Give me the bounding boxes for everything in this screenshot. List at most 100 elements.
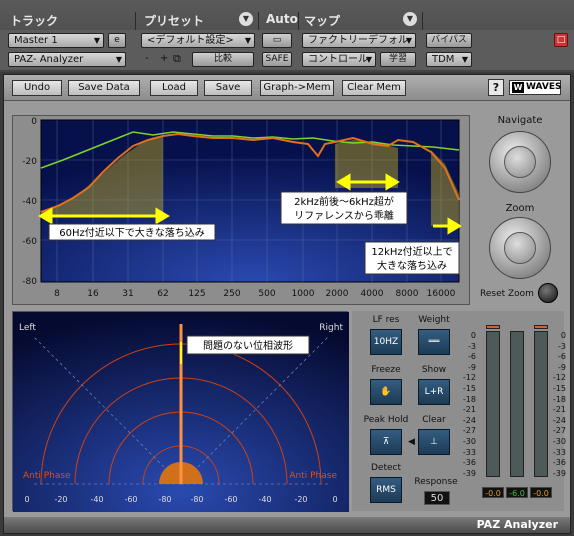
meter-readout-right: -0.0: [530, 487, 552, 498]
y-tick: 0: [31, 117, 37, 127]
weight-button[interactable]: ══: [418, 329, 450, 355]
help-button[interactable]: ?: [488, 79, 504, 96]
preset-prev-button[interactable]: -: [145, 53, 149, 64]
track-selector[interactable]: Master 1 ▼: [8, 33, 104, 48]
phase-scope[interactable]: 問題のない位相波形 Left Right Anti Phase Anti Pha…: [13, 312, 349, 512]
preset-menu-icon[interactable]: ▼: [239, 12, 253, 26]
freeze-hand-icon[interactable]: ✋: [370, 379, 402, 405]
annotation-high-text-1: 12kHz付近以上で: [371, 245, 452, 258]
x-tick: 31: [122, 289, 133, 299]
meter-readout-side: -6.0: [506, 487, 528, 498]
dropdown-arrow-icon: ▼: [405, 36, 412, 45]
undo-button[interactable]: Undo: [12, 80, 62, 96]
x-tick: 16000: [427, 289, 456, 299]
auto-heading: Auto: [266, 12, 298, 26]
scale-label: -15: [462, 383, 476, 393]
x-tick: -60: [224, 495, 237, 504]
annotation-low-text: 60Hz付近以下で大きな落ち込み: [59, 226, 205, 239]
track-name: Master 1: [14, 35, 58, 46]
load-button[interactable]: Load: [150, 80, 198, 96]
y-tick: -40: [22, 197, 37, 207]
x-tick: -20: [294, 495, 307, 504]
dropdown-arrow-icon: ▼: [365, 55, 372, 64]
plugin-selector[interactable]: PAZ- Analyzer ▼: [8, 52, 126, 67]
y-tick: -20: [22, 157, 37, 167]
x-tick: -20: [54, 495, 67, 504]
anti-phase-left-label: Anti Phase: [23, 471, 71, 481]
show-button[interactable]: L+R: [418, 379, 450, 405]
navigate-arrows-icon: [504, 146, 536, 178]
scale-label: -36: [552, 458, 566, 468]
scale-label: -9: [558, 362, 566, 372]
tdm-selector[interactable]: TDM ▼: [426, 52, 472, 67]
tdm-label: TDM: [432, 54, 455, 65]
map-name: ファクトリーデフォル: [308, 35, 408, 46]
automation-icon[interactable]: ▭: [262, 33, 292, 48]
map-menu-icon[interactable]: ▼: [403, 12, 417, 26]
save-data-button[interactable]: Save Data: [68, 80, 140, 96]
scale-label: -27: [552, 426, 566, 436]
spectrum-display[interactable]: 0 -20 -40 -60 -80 8 16 31 62 125 250 500…: [13, 116, 471, 306]
scale-label: -27: [462, 426, 476, 436]
x-tick: 500: [258, 289, 275, 299]
right-label: Right: [319, 323, 343, 333]
waves-plugin: Undo Save Data Load Save Graph->Mem Clea…: [3, 74, 571, 534]
control-selector[interactable]: コントロール ▼: [302, 52, 376, 67]
plugin-name: PAZ- Analyzer: [14, 54, 84, 65]
zoom-dial[interactable]: [489, 217, 551, 279]
copy-icon[interactable]: ⧉: [173, 52, 181, 66]
control-name: コントロール: [308, 54, 368, 65]
level-meter-side: [510, 331, 524, 477]
bypass-button[interactable]: バイパス: [426, 33, 472, 48]
map-selector[interactable]: ファクトリーデフォル ▼: [302, 33, 416, 48]
spectrum-y-axis: 0 -20 -40 -60 -80: [22, 117, 37, 287]
track-e-button[interactable]: e: [108, 33, 126, 48]
controls-panel: LF res 10HZ Weight ══ Freeze ✋ Show L+R …: [352, 311, 566, 511]
navigate-dial[interactable]: [489, 131, 551, 193]
dropdown-arrow-icon: ▼: [115, 55, 122, 64]
peak-hold-label: Peak Hold: [363, 415, 409, 425]
meter-scale-left: 0 -3 -6 -9 -12 -15 -18 -21 -24 -27 -30 -33 -36 -39: [458, 331, 476, 479]
preset-next-button[interactable]: +: [160, 53, 168, 64]
scale-label: -39: [552, 468, 566, 478]
graph-to-mem-button[interactable]: Graph->Mem: [260, 80, 334, 96]
x-tick: -40: [90, 495, 103, 504]
scale-label: -39: [462, 468, 476, 478]
clear-peak-icon[interactable]: ⊥: [418, 429, 450, 455]
scale-label: -3: [468, 341, 476, 351]
waves-w-icon: W: [512, 82, 524, 93]
waves-logo: W WAVES: [509, 80, 561, 95]
meter-readout-left: -0.0: [482, 487, 504, 498]
scale-label: -30: [552, 436, 566, 446]
anti-phase-right-label: Anti Phase: [289, 471, 337, 481]
waves-toolbar: Undo Save Data Load Save Graph->Mem Clea…: [4, 75, 570, 101]
navigate-zoom-panel: Navigate Zoom Reset Zoom: [472, 111, 568, 307]
compare-button[interactable]: 比較: [192, 52, 254, 67]
x-tick: 1000: [292, 289, 315, 299]
scale-label: -6: [558, 352, 566, 362]
detect-button[interactable]: RMS: [370, 477, 402, 503]
plugin-title: PAZ Analyzer: [476, 518, 558, 531]
preset-selector[interactable]: <デフォルト設定> ▼: [141, 33, 255, 48]
learn-button[interactable]: 学習: [380, 52, 416, 67]
zoom-label: Zoom: [505, 203, 535, 214]
response-value[interactable]: 50: [424, 491, 450, 505]
dropdown-arrow-icon: ▼: [93, 36, 100, 45]
clear-mem-button[interactable]: Clear Mem: [342, 80, 406, 96]
safe-button[interactable]: SAFE: [262, 52, 292, 67]
save-button[interactable]: Save: [204, 80, 252, 96]
x-tick: 250: [223, 289, 240, 299]
map-heading: マップ: [304, 14, 341, 28]
show-label: Show: [421, 365, 447, 375]
peak-hold-icon[interactable]: ⊼: [370, 429, 402, 455]
navigate-label: Navigate: [497, 115, 543, 126]
x-tick: 62: [157, 289, 168, 299]
x-tick: -80: [190, 495, 203, 504]
x-tick: 4000: [361, 289, 384, 299]
annotation-mid-text-2: リファレンスから乖離: [294, 209, 394, 222]
close-icon[interactable]: □: [554, 33, 568, 47]
reset-zoom-button[interactable]: [538, 283, 558, 303]
lf-res-button[interactable]: 10HZ: [370, 329, 402, 355]
preset-name: <デフォルト設定>: [147, 35, 234, 46]
scale-label: -30: [462, 436, 476, 446]
